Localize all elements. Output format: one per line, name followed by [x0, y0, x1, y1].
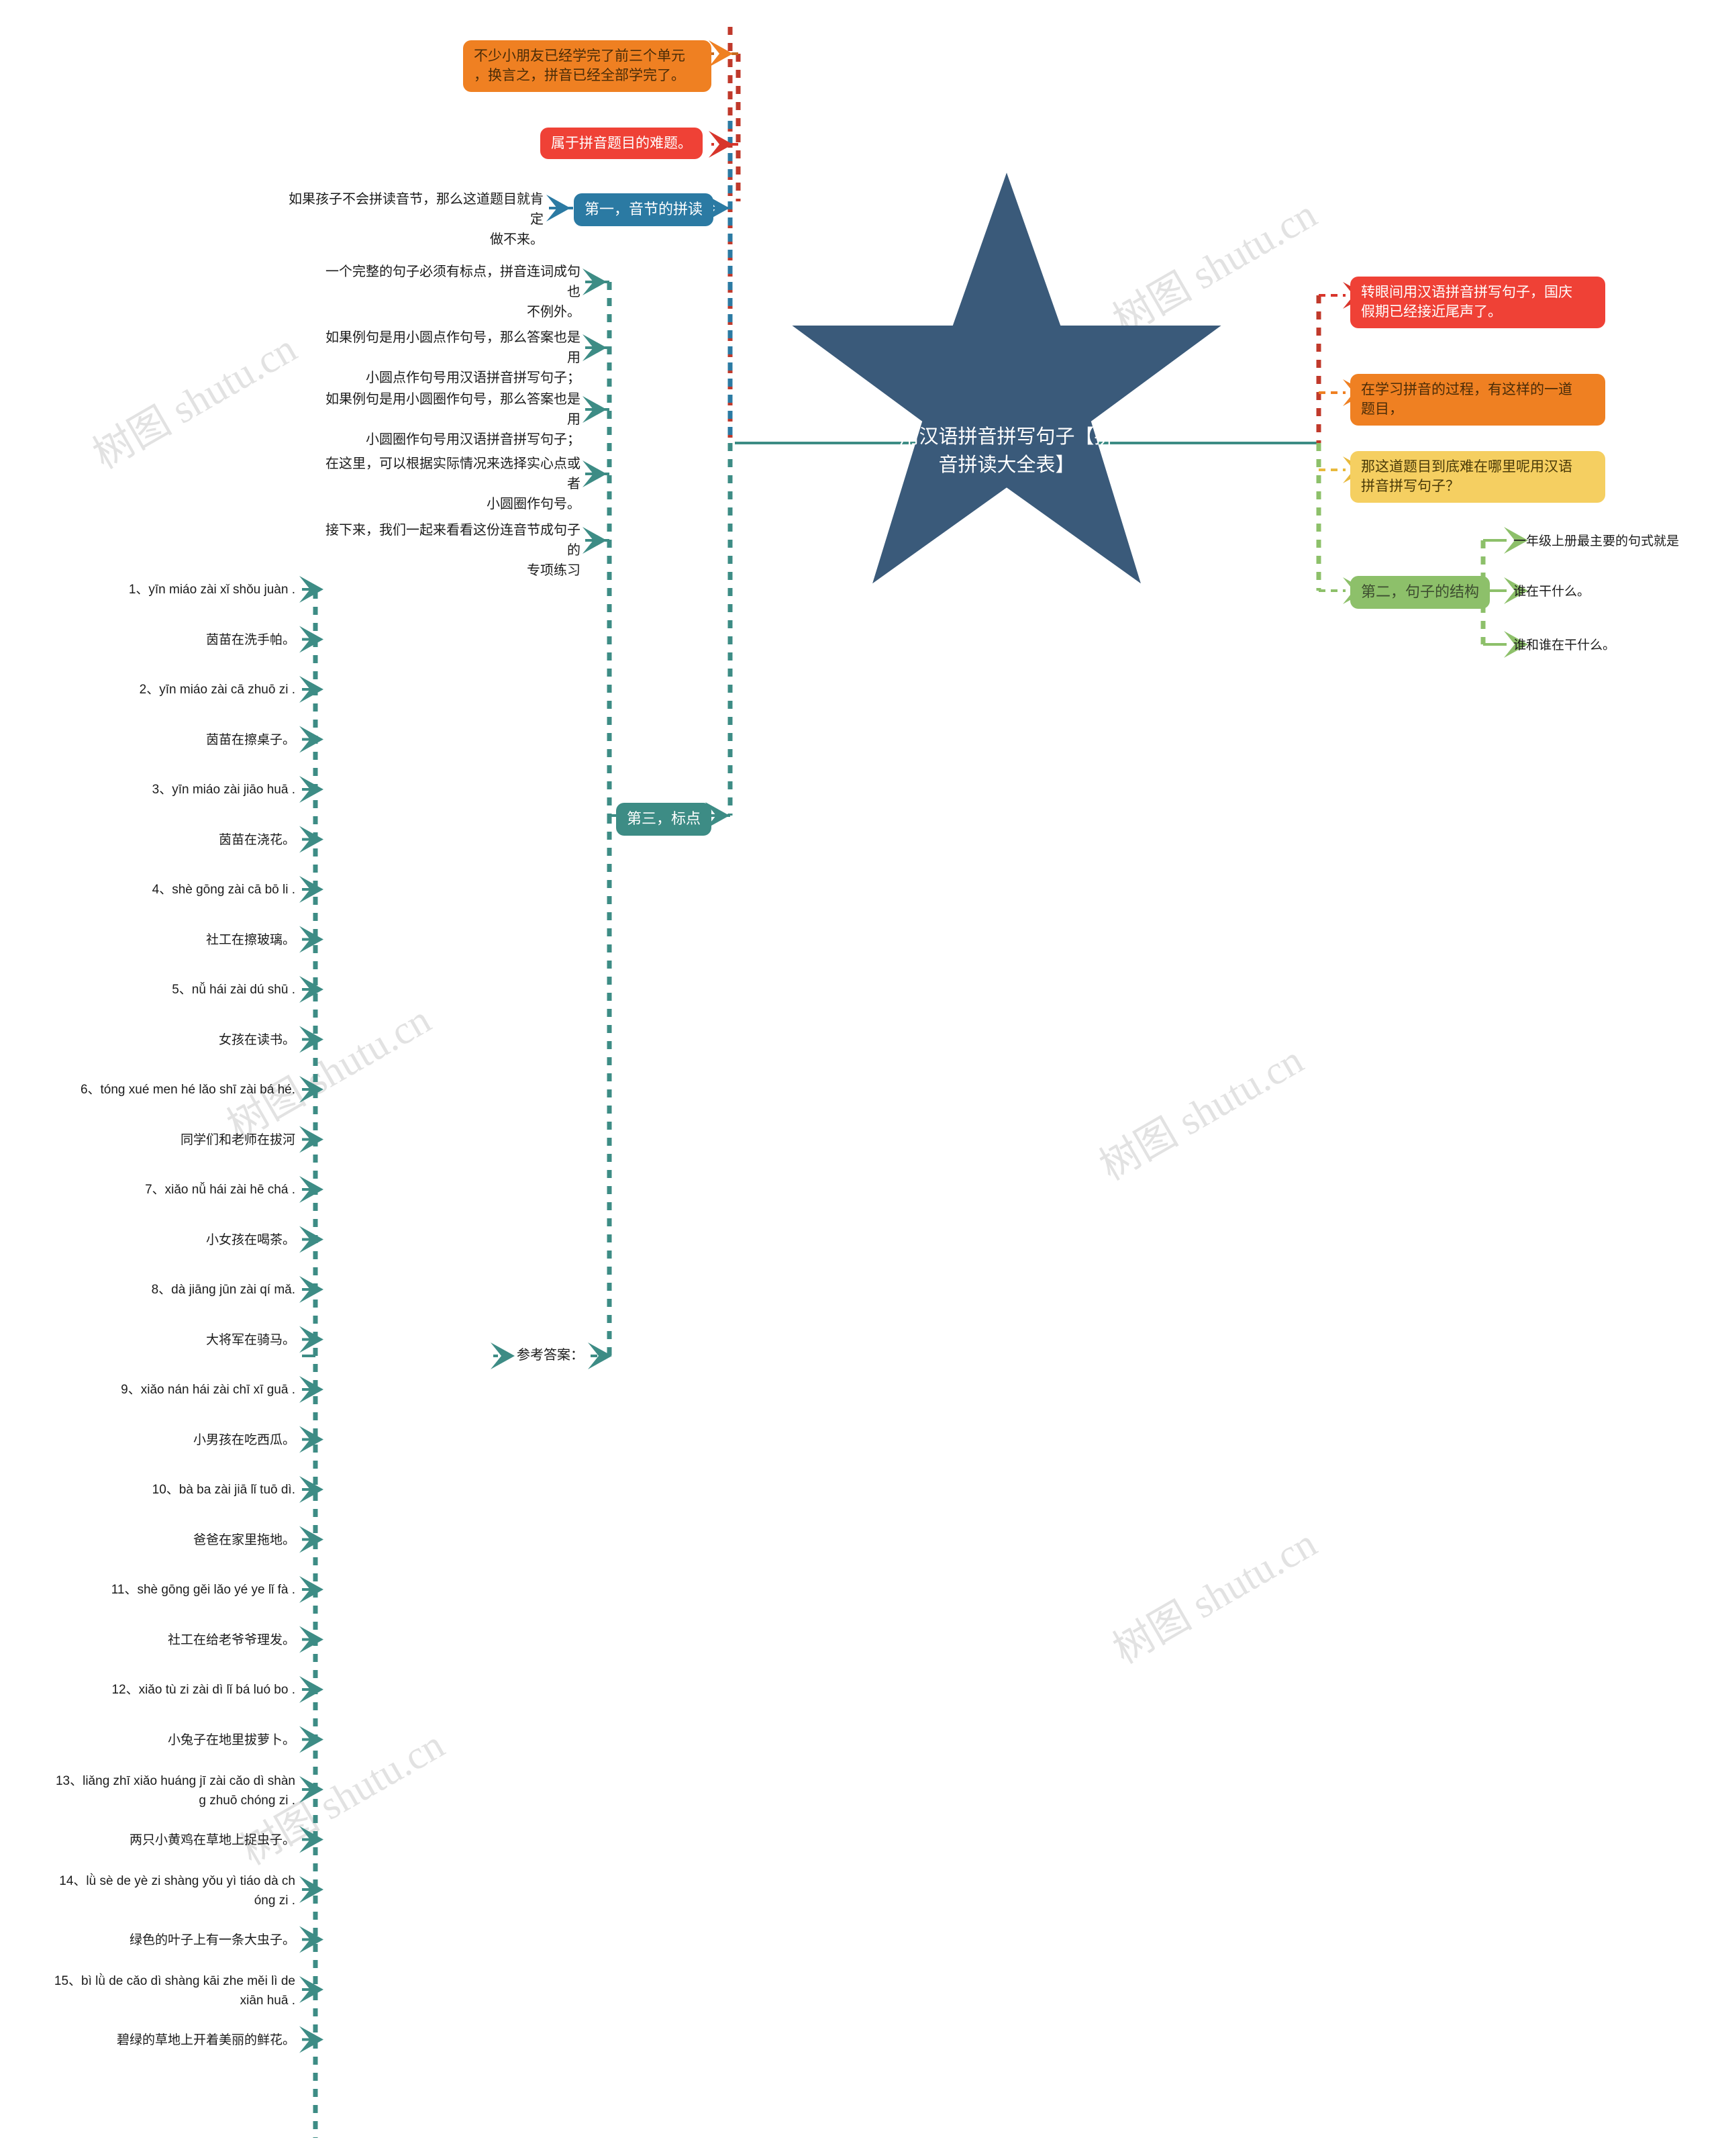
- answer-item: 同学们和老师在拔河: [180, 1132, 295, 1147]
- branch-three-child-1: 如果例句是用小圆点作句号，那么答案也是用 小圆点作句号用汉语拼音拼写句子；: [325, 330, 580, 385]
- branch-three-child-0: 一个完整的句子必须有标点，拼音连词成句也 不例外。: [325, 264, 580, 320]
- answer-item: 5、nǚ hái zài dú shū .: [172, 983, 295, 997]
- answer-item: 11、shè gōng gěi lǎo yé ye lǐ fà .: [111, 1583, 295, 1597]
- answer-item: 社工在给老爷爷理发。: [167, 1632, 295, 1647]
- answer-item: 1、yīn miáo zài xǐ shǒu juàn .: [128, 583, 295, 597]
- page-title-line2: 音拼读大全表】: [938, 454, 1075, 477]
- answer-item: 茵苗在擦桌子。: [205, 732, 295, 747]
- answer-item: 小女孩在喝茶。: [205, 1232, 295, 1247]
- central-star-shape: [778, 161, 1235, 607]
- answer-item: 女孩在读书。: [218, 1032, 295, 1047]
- answers-node: 参考答案：: [517, 1348, 584, 1363]
- answer-item: 2、yīn miáo zài cā zhuō zi .: [139, 683, 295, 697]
- answer-item: 8、dà jiāng jūn zài qí mǎ.: [151, 1283, 295, 1297]
- branch-three-child-4: 接下来，我们一起来看看这份连音节成句子的 专项练习: [325, 523, 580, 578]
- answer-item: 茵苗在洗手帕。: [205, 632, 295, 647]
- answer-item: 10、bà ba zài jiā lǐ tuō dì.: [152, 1483, 295, 1497]
- answer-item: 9、xiǎo nán hái zài chī xī guā .: [121, 1383, 295, 1397]
- answer-item: 爸爸在家里拖地。: [193, 1532, 295, 1547]
- branch-one-child-2: 如果孩子不会拼读音节，那么这道题目就肯定 做不来。: [289, 192, 544, 247]
- branch-three-child-3: 在这里，可以根据实际情况来选择实心点或者 小圆圈作句号。: [325, 456, 580, 511]
- right-subitem-1: 谁在干什么。: [1513, 585, 1590, 599]
- right-subitem-2: 谁和谁在干什么。: [1513, 638, 1616, 652]
- right-branch-2[interactable]: 那这道题目到底难在哪里呢用汉语 拼音拼写句子？: [1350, 451, 1605, 503]
- answer-item: 绿色的叶子上有一条大虫子。: [129, 1932, 295, 1947]
- page-title-line1: 用汉语拼音拼写句子【拼: [899, 426, 1114, 448]
- right-branch-1[interactable]: 在学习拼音的过程，有这样的一道 题目，: [1350, 374, 1605, 426]
- right-branch-3[interactable]: 第二，句子的结构: [1350, 576, 1490, 609]
- right-subitem-0: 一年级上册最主要的句式就是: [1513, 534, 1680, 548]
- branch-one-child-0[interactable]: 不少小朋友已经学完了前三个单元 ，换言之，拼音已经全部学完了。: [463, 40, 711, 92]
- answer-item: 两只小黄鸡在草地上捉虫子。: [129, 1832, 295, 1847]
- branch-one-child-1[interactable]: 属于拼音题目的难题。: [540, 128, 703, 160]
- answer-item: 12、xiǎo tù zi zài dì lǐ bá luó bo .: [111, 1683, 295, 1697]
- branch-three-child-2: 如果例句是用小圆圈作句号，那么答案也是用 小圆圈作句号用汉语拼音拼写句子；: [325, 392, 580, 447]
- answer-item: 7、xiǎo nǚ hái zài hē chá .: [145, 1183, 295, 1197]
- answer-item: 茵苗在浇花。: [218, 832, 295, 847]
- answer-item: 社工在擦玻璃。: [205, 932, 295, 947]
- answer-item: 小男孩在吃西瓜。: [193, 1432, 295, 1447]
- answer-item: 3、yīn miáo zài jiāo huā .: [152, 783, 295, 797]
- answer-item: 14、lǜ sè de yè zi shàng yǒu yì tiáo dà c…: [59, 1874, 295, 1908]
- answer-item: 6、tóng xué men hé lǎo shī zài bá hé.: [80, 1083, 295, 1097]
- branch-node-biaodian[interactable]: 第三，标点: [616, 803, 712, 836]
- branch-node-yinjie-pindu[interactable]: 第一，音节的拼读: [574, 193, 714, 226]
- answer-item: 13、liǎng zhī xiǎo huáng jī zài cǎo dì sh…: [55, 1774, 295, 1808]
- answer-item: 15、bì lǜ de cǎo dì shàng kāi zhe měi lì …: [54, 1974, 295, 2008]
- right-branch-0[interactable]: 转眼间用汉语拼音拼写句子，国庆 假期已经接近尾声了。: [1350, 277, 1605, 328]
- answer-item: 小兔子在地里拔萝卜。: [167, 1732, 295, 1747]
- page-title: 用汉语拼音拼写句子【拼 音拼读大全表】: [859, 423, 1154, 479]
- answer-item: 4、shè gōng zài cā bō li .: [152, 883, 295, 897]
- answer-item: 碧绿的草地上开着美丽的鲜花。: [116, 2032, 295, 2047]
- answer-item: 大将军在骑马。: [205, 1332, 295, 1347]
